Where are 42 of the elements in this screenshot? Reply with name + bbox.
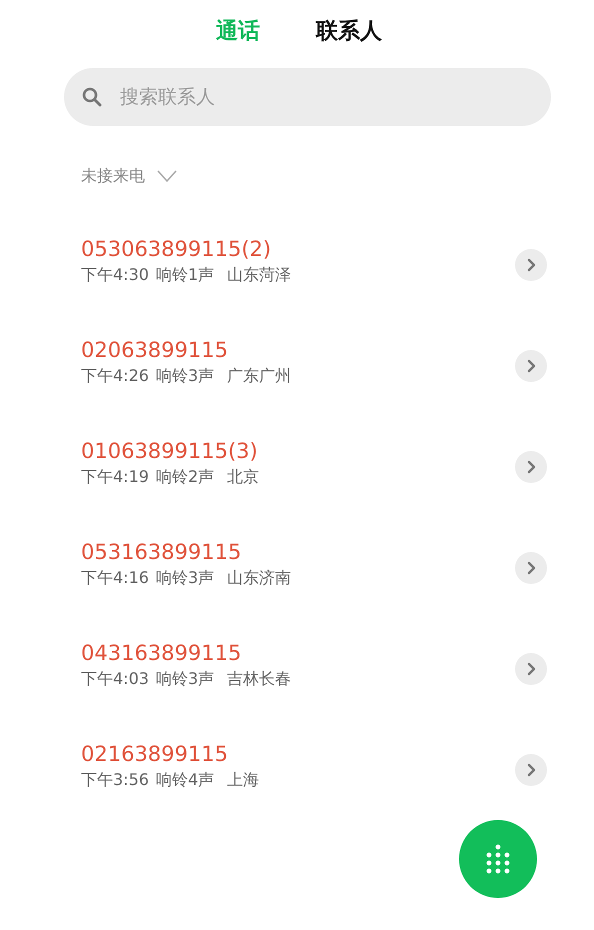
call-location: 吉林长春 [227,669,292,690]
details-button[interactable] [515,248,547,280]
chevron-icon[interactable] [157,170,177,182]
call-time: 下午4:19 [81,467,149,488]
call-location: 上海 [227,770,260,791]
call-time: 下午4:26 [81,366,149,387]
chevron-right-icon [526,258,536,272]
dialpad-icon [486,844,510,874]
details-button[interactable] [515,350,547,382]
ring-count: 响铃4声 [156,770,214,791]
chevron-right-icon [526,460,536,474]
ring-count: 响铃3声 [156,669,214,690]
call-time: 下午4:30 [81,265,149,286]
phone-number: 02163899115 [81,742,229,766]
call-location: 广东广州 [227,366,292,387]
ring-count: 响铃1声 [156,265,214,286]
call-time: 下午4:03 [81,669,149,690]
ring-count: 响铃3声 [156,568,214,589]
call-location: 山东菏泽 [227,265,292,286]
call-time: 下午3:56 [81,770,149,791]
chevron-right-icon [526,662,536,676]
ring-count: 响铃2声 [156,467,214,488]
details-button[interactable] [515,450,547,482]
phone-number: 01063899115(3) [81,439,259,463]
phone-number: 043163899115 [81,641,242,665]
search-field[interactable]: 搜索联系人 [64,68,551,126]
tab[interactable]: 联系人 [314,14,384,48]
phone-number: 02063899115 [81,338,229,362]
chevron-right-icon [526,358,536,372]
call-location: 北京 [227,467,260,488]
details-button[interactable] [515,754,547,786]
phone-number: 053063899115(2) [81,237,272,261]
filter-label: 未接来电 [81,166,145,186]
search-icon [82,87,102,107]
chevron-right-icon [526,560,536,574]
phone-number: 053163899115 [81,540,242,564]
call-time: 下午4:16 [81,568,149,589]
chevron-right-icon [526,762,536,776]
details-button[interactable] [515,652,547,684]
ring-count: 响铃3声 [156,366,214,387]
details-button[interactable] [515,552,547,584]
call-location: 山东济南 [227,568,292,589]
